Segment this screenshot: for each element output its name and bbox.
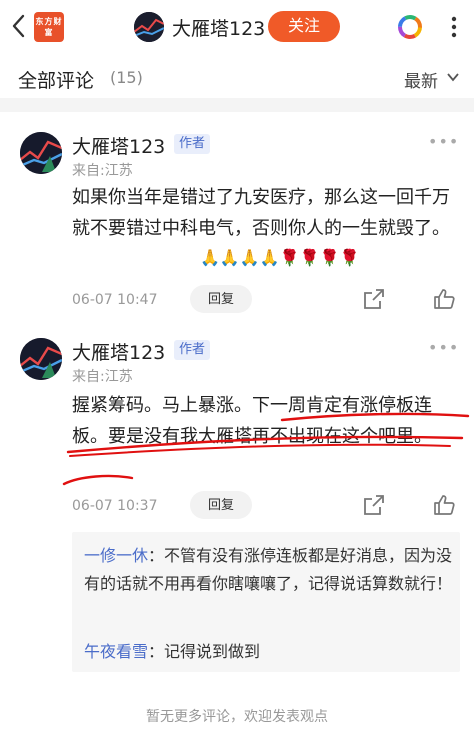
comment-item: 大雁塔123 作者 来自:江苏 ••• 握紧筹码。马上暴涨。下一周肯定有涨停板连… xyxy=(0,320,474,530)
comment-text: 如果你当年是错过了九安医疗，那么这一回千万就不要错过中科电气，否则你人的一生就毁… xyxy=(72,187,450,239)
top-nav-bar: 东方财富 大雁塔123 关注 xyxy=(0,0,474,52)
follow-button[interactable]: 关注 xyxy=(268,11,340,42)
avatar[interactable] xyxy=(20,338,62,380)
reply-item[interactable]: 午夜看雪：记得说到做到 xyxy=(84,638,454,666)
share-icon[interactable] xyxy=(362,287,386,311)
comment-time: 06-07 10:47 xyxy=(72,292,158,308)
comments-header: 全部评论 (15) 最新 xyxy=(0,52,474,98)
no-more-comments-note: 暂无更多评论，欢迎发表观点 xyxy=(146,709,328,725)
reply-author[interactable]: 一修一休 xyxy=(84,546,148,565)
reply-button[interactable]: 回复 xyxy=(190,285,252,313)
comment-author[interactable]: 大雁塔123 xyxy=(72,338,165,365)
comment-item: 大雁塔123 作者 来自:江苏 ••• 如果你当年是错过了九安医疗，那么这一回千… xyxy=(0,112,474,322)
app-logo[interactable]: 东方财富 xyxy=(34,12,64,42)
handwritten-underline xyxy=(62,412,470,486)
color-wheel-icon[interactable] xyxy=(398,15,422,39)
more-vertical-icon[interactable] xyxy=(442,14,466,40)
comments-count: (15) xyxy=(110,68,143,87)
chevron-down-icon[interactable] xyxy=(446,70,460,84)
thumbs-up-icon[interactable] xyxy=(432,493,456,517)
section-divider xyxy=(0,98,474,112)
comment-region: 来自:江苏 xyxy=(72,163,133,179)
more-options-icon[interactable]: ••• xyxy=(428,132,459,151)
reply-item[interactable]: 一修一休：不管有没有涨停连板都是好消息，因为没有的话就不用再看你瞎嚷嚷了，记得说… xyxy=(84,542,454,598)
comments-title: 全部评论 xyxy=(18,70,95,92)
reply-separator: ： xyxy=(148,642,165,661)
comment-author[interactable]: 大雁塔123 xyxy=(72,132,165,159)
back-arrow-icon[interactable] xyxy=(8,12,30,40)
share-icon[interactable] xyxy=(362,493,386,517)
reply-separator: ： xyxy=(148,546,165,565)
page-title: 大雁塔123 xyxy=(172,18,266,40)
replies-box: 一修一休：不管有没有涨停连板都是好消息，因为没有的话就不用再看你瞎嚷嚷了，记得说… xyxy=(72,532,460,672)
reply-text: 记得说到做到 xyxy=(164,642,261,661)
author-badge: 作者 xyxy=(174,340,211,360)
comment-time: 06-07 10:37 xyxy=(72,498,158,514)
reply-button[interactable]: 回复 xyxy=(190,491,252,519)
more-options-icon[interactable]: ••• xyxy=(428,338,459,357)
thumbs-up-icon[interactable] xyxy=(432,287,456,311)
emoji-sequence: 🙏🙏🙏🙏🌹🌹🌹🌹 xyxy=(200,248,360,267)
avatar[interactable] xyxy=(134,12,164,42)
avatar[interactable] xyxy=(20,132,62,174)
comment-region: 来自:江苏 xyxy=(72,369,133,385)
author-badge: 作者 xyxy=(174,134,211,154)
sort-button[interactable]: 最新 xyxy=(404,67,438,92)
reply-author[interactable]: 午夜看雪 xyxy=(84,642,148,661)
